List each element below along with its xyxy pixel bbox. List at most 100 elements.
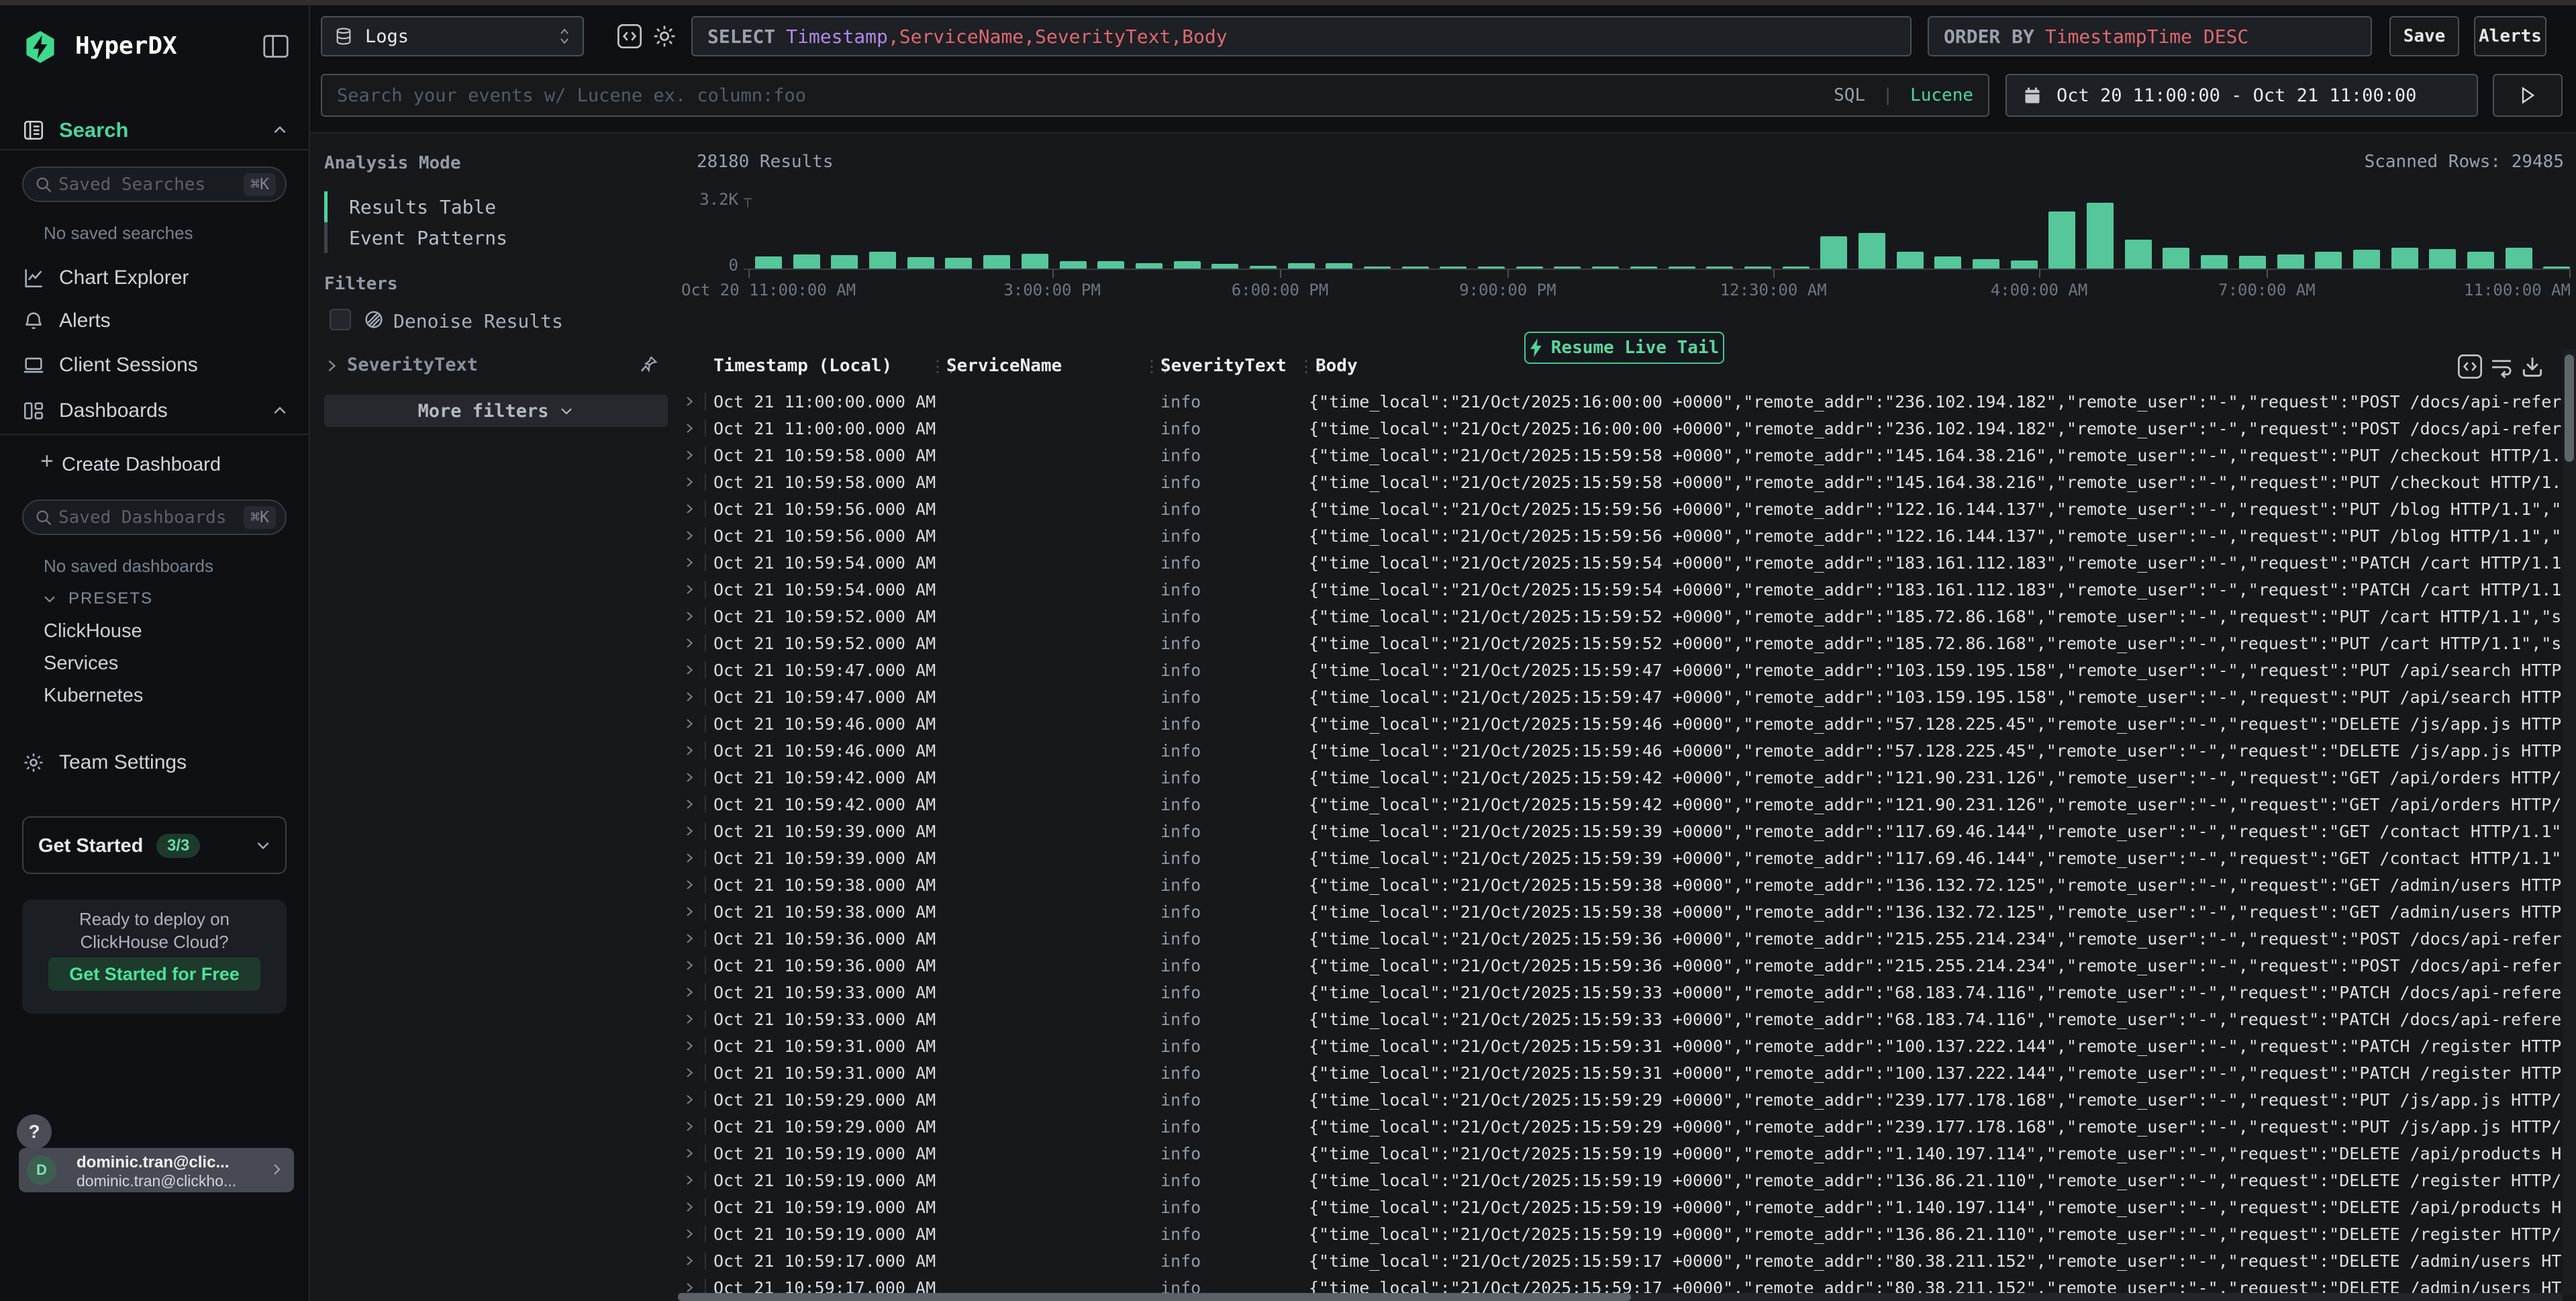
histogram-bar[interactable] — [1136, 263, 1162, 269]
chevron-up-icon[interactable] — [271, 122, 289, 139]
chevron-up-icon[interactable] — [271, 402, 289, 420]
mode-event-patterns[interactable]: Event Patterns — [324, 222, 673, 253]
table-row[interactable]: Oct 21 10:59:33.000 AMinfo{"time_local":… — [678, 979, 2561, 1006]
histogram-bar[interactable] — [1859, 233, 1885, 269]
row-expand-chevron-icon[interactable] — [683, 1119, 695, 1134]
histogram-bar[interactable] — [945, 258, 972, 269]
help-button[interactable]: ? — [17, 1114, 52, 1149]
table-row[interactable]: Oct 21 10:59:54.000 AMinfo{"time_local":… — [678, 549, 2561, 576]
row-expand-chevron-icon[interactable] — [683, 1226, 695, 1241]
preset-services[interactable]: Services — [44, 653, 118, 675]
table-row[interactable]: Oct 21 10:59:19.000 AMinfo{"time_local":… — [678, 1194, 2561, 1220]
presets-toggle[interactable]: PRESETS — [42, 589, 153, 608]
sidebar-item-search[interactable]: Search — [0, 111, 309, 149]
histogram-bar[interactable] — [1820, 236, 1847, 269]
table-row[interactable]: Oct 21 11:00:00.000 AMinfo{"time_local":… — [678, 388, 2561, 415]
table-row[interactable]: Oct 21 10:59:58.000 AMinfo{"time_local":… — [678, 442, 2561, 469]
histogram-bar[interactable] — [1022, 254, 1048, 269]
row-expand-chevron-icon[interactable] — [683, 1253, 695, 1268]
select-query-input[interactable]: SELECT Timestamp ,ServiceName,SeverityTe… — [691, 16, 1912, 56]
row-expand-chevron-icon[interactable] — [683, 663, 695, 677]
sidebar-collapse-icon[interactable] — [262, 34, 290, 59]
preset-kubernetes[interactable]: Kubernetes — [44, 685, 143, 707]
gear-icon[interactable] — [651, 23, 678, 50]
histogram-bar[interactable] — [2315, 252, 2342, 269]
row-expand-chevron-icon[interactable] — [683, 958, 695, 973]
row-expand-chevron-icon[interactable] — [683, 1092, 695, 1107]
row-expand-chevron-icon[interactable] — [683, 689, 695, 704]
table-row[interactable]: Oct 21 10:59:17.000 AMinfo{"time_local":… — [678, 1247, 2561, 1274]
table-row[interactable]: Oct 21 10:59:47.000 AMinfo{"time_local":… — [678, 683, 2561, 710]
histogram-bar[interactable] — [869, 252, 896, 269]
wrap-text-icon[interactable] — [2489, 356, 2514, 379]
histogram-bar[interactable] — [2201, 255, 2228, 269]
table-row[interactable]: Oct 21 10:59:39.000 AMinfo{"time_local":… — [678, 818, 2561, 845]
get-started-panel[interactable]: Get Started 3/3 — [22, 816, 287, 874]
row-expand-chevron-icon[interactable] — [683, 985, 695, 1000]
histogram-bar[interactable] — [2048, 211, 2075, 269]
row-expand-chevron-icon[interactable] — [683, 1280, 695, 1293]
table-row[interactable]: Oct 21 10:59:52.000 AMinfo{"time_local":… — [678, 603, 2561, 630]
sidebar-item-alerts[interactable]: Alerts — [0, 302, 309, 340]
table-row[interactable]: Oct 21 10:59:19.000 AMinfo{"time_local":… — [678, 1140, 2561, 1167]
histogram-bar[interactable] — [1097, 261, 1124, 269]
histogram-bar[interactable] — [1060, 261, 1087, 269]
denoise-checkbox[interactable] — [330, 309, 351, 330]
table-row[interactable]: Oct 21 10:59:42.000 AMinfo{"time_local":… — [678, 764, 2561, 791]
row-expand-chevron-icon[interactable] — [683, 421, 695, 436]
histogram-bar[interactable] — [2011, 260, 2038, 269]
table-row[interactable]: Oct 21 10:59:33.000 AMinfo{"time_local":… — [678, 1006, 2561, 1032]
sidebar-item-team-settings[interactable]: Team Settings — [0, 744, 309, 781]
lucene-search-input[interactable]: Search your events w/ Lucene ex. column:… — [321, 74, 1989, 117]
histogram-bar[interactable] — [2163, 248, 2189, 269]
histogram-bar[interactable] — [1973, 259, 1999, 269]
row-expand-chevron-icon[interactable] — [683, 770, 695, 785]
histogram-bar[interactable] — [2506, 248, 2532, 269]
saved-searches-input[interactable]: Saved Searches ⌘K — [22, 166, 287, 202]
table-row[interactable]: Oct 21 10:59:52.000 AMinfo{"time_local":… — [678, 630, 2561, 657]
table-row[interactable]: Oct 21 10:59:17.000 AMinfo{"time_local":… — [678, 1274, 2561, 1293]
histogram-bar[interactable] — [1934, 256, 1961, 269]
table-row[interactable]: Oct 21 10:59:56.000 AMinfo{"time_local":… — [678, 522, 2561, 549]
row-expand-chevron-icon[interactable] — [683, 1065, 695, 1080]
source-select[interactable]: Logs — [321, 16, 584, 56]
histogram-bar[interactable] — [2391, 248, 2418, 269]
histogram-bar[interactable] — [1326, 263, 1352, 269]
histogram-bar[interactable] — [2429, 249, 2456, 269]
severity-facet[interactable]: SeverityText — [324, 352, 668, 381]
row-expand-chevron-icon[interactable] — [683, 824, 695, 838]
run-query-button[interactable] — [2493, 74, 2563, 117]
preset-clickhouse[interactable]: ClickHouse — [44, 620, 142, 642]
sidebar-item-client-sessions[interactable]: Client Sessions — [0, 346, 309, 384]
histogram-bar[interactable] — [755, 256, 782, 269]
query-language-toggle[interactable]: SQL | Lucene — [1834, 85, 1973, 105]
row-expand-chevron-icon[interactable] — [683, 931, 695, 946]
row-expand-chevron-icon[interactable] — [683, 636, 695, 650]
table-row[interactable]: Oct 21 10:59:29.000 AMinfo{"time_local":… — [678, 1113, 2561, 1140]
create-dashboard-button[interactable]: + Create Dashboard — [0, 447, 309, 485]
code-mode-icon[interactable] — [616, 23, 643, 50]
table-row[interactable]: Oct 21 10:59:31.000 AMinfo{"time_local":… — [678, 1032, 2561, 1059]
table-row[interactable]: Oct 21 10:59:29.000 AMinfo{"time_local":… — [678, 1086, 2561, 1113]
table-row[interactable]: Oct 21 10:59:31.000 AMinfo{"time_local":… — [678, 1059, 2561, 1086]
table-row[interactable]: Oct 21 10:59:19.000 AMinfo{"time_local":… — [678, 1220, 2561, 1247]
row-expand-chevron-icon[interactable] — [683, 1039, 695, 1053]
row-expand-chevron-icon[interactable] — [683, 582, 695, 597]
row-expand-chevron-icon[interactable] — [683, 1012, 695, 1026]
order-by-input[interactable]: ORDER BY TimestampTime DESC — [1928, 16, 2372, 56]
mode-results-table[interactable]: Results Table — [324, 191, 673, 222]
table-row[interactable]: Oct 21 10:59:36.000 AMinfo{"time_local":… — [678, 952, 2561, 979]
row-expand-chevron-icon[interactable] — [683, 904, 695, 919]
saved-dashboards-input[interactable]: Saved Dashboards ⌘K — [22, 499, 287, 535]
table-row[interactable]: Oct 21 10:59:39.000 AMinfo{"time_local":… — [678, 845, 2561, 871]
row-expand-chevron-icon[interactable] — [683, 501, 695, 516]
alerts-button[interactable]: Alerts — [2474, 16, 2546, 56]
table-row[interactable]: Oct 21 10:59:38.000 AMinfo{"time_local":… — [678, 871, 2561, 898]
table-row[interactable]: Oct 21 10:59:36.000 AMinfo{"time_local":… — [678, 925, 2561, 952]
histogram-bar[interactable] — [2467, 252, 2494, 269]
table-row[interactable]: Oct 21 10:59:42.000 AMinfo{"time_local":… — [678, 791, 2561, 818]
sql-toggle[interactable]: SQL — [1834, 85, 1865, 105]
horizontal-scrollbar-thumb[interactable] — [678, 1293, 1631, 1301]
histogram-bar[interactable] — [1288, 263, 1315, 269]
more-filters-button[interactable]: More filters — [324, 395, 668, 427]
